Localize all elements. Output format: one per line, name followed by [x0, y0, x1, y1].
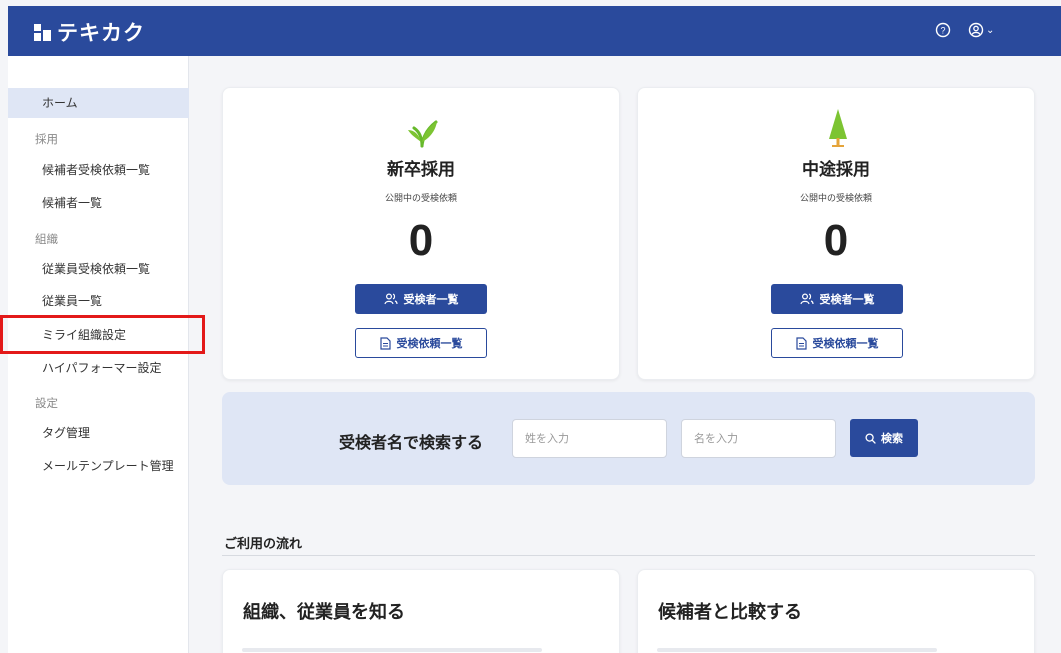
user-circle-icon [968, 22, 984, 38]
open-request-count: 0 [408, 216, 434, 265]
flow-card-title: 候補者と比較する [658, 602, 802, 623]
new-graduate-card: 新卒採用 公開中の受検依頼 0 受検者一覧 受検依頼一覧 [222, 87, 620, 380]
card-subtitle: 公開中の受検依頼 [384, 194, 457, 204]
flow-card-candidate-compare[interactable]: 候補者と比較する [637, 569, 1035, 653]
first-name-input[interactable] [681, 419, 836, 458]
button-label: 受検依頼一覧 [812, 337, 879, 350]
last-name-input[interactable] [512, 419, 667, 458]
chevron-down-icon: ⌄ [986, 24, 995, 36]
flow-card-title: 組織、従業員を知る [243, 602, 405, 623]
button-label: 受検依頼一覧 [396, 337, 463, 350]
examinee-search-panel: 受検者名で検索する 検索 [222, 392, 1035, 485]
flow-card-organization[interactable]: 組織、従業員を知る [222, 569, 620, 653]
sprout-icon [408, 120, 438, 148]
sidebar-item-mail-templates[interactable]: メールテンプレート管理 [8, 451, 189, 481]
search-title: 受検者名で検索する [339, 433, 484, 452]
divider [222, 555, 1035, 556]
usage-flow-heading: ご利用の流れ [224, 537, 303, 552]
sidebar-section-recruit: 採用 [35, 132, 58, 146]
truncated-content [657, 648, 937, 652]
sidebar-item-employees[interactable]: 従業員一覧 [8, 286, 189, 316]
users-icon [383, 293, 398, 305]
svg-text:?: ? [940, 26, 945, 36]
examinee-list-button[interactable]: 受検者一覧 [355, 284, 487, 314]
document-icon [379, 336, 391, 350]
sidebar-section-organization: 組織 [35, 232, 58, 246]
search-button-label: 検索 [881, 432, 903, 445]
button-label: 受検者一覧 [403, 293, 459, 306]
sidebar-section-settings: 設定 [35, 396, 58, 410]
app-logo[interactable]: テキカク [34, 17, 145, 47]
button-label: 受検者一覧 [819, 293, 875, 306]
sidebar-item-candidates[interactable]: 候補者一覧 [8, 188, 189, 218]
sidebar: ホーム 採用 候補者受検依頼一覧 候補者一覧 組織 従業員受検依頼一覧 従業員一… [8, 56, 189, 653]
app-name: テキカク [57, 21, 145, 45]
search-button[interactable]: 検索 [850, 419, 918, 457]
search-icon [865, 432, 876, 444]
request-list-button[interactable]: 受検依頼一覧 [771, 328, 903, 358]
sidebar-item-home[interactable]: ホーム [8, 88, 189, 118]
logo-mark-icon [34, 23, 51, 41]
mid-career-card: 中途採用 公開中の受検依頼 0 受検者一覧 受検依頼一覧 [637, 87, 1035, 380]
card-title: 中途採用 [802, 160, 870, 180]
truncated-content [242, 648, 542, 652]
users-icon [799, 293, 814, 305]
sidebar-item-tag-management[interactable]: タグ管理 [8, 418, 189, 448]
sidebar-item-high-performer-settings[interactable]: ハイパフォーマー設定 [8, 353, 189, 383]
card-subtitle: 公開中の受検依頼 [799, 194, 872, 204]
sidebar-item-employee-requests[interactable]: 従業員受検依頼一覧 [8, 254, 189, 284]
tree-icon [829, 109, 847, 147]
help-icon[interactable]: ? [935, 22, 951, 42]
request-list-button[interactable]: 受検依頼一覧 [355, 328, 487, 358]
document-icon [795, 336, 807, 350]
card-title: 新卒採用 [387, 160, 455, 180]
account-menu-button[interactable]: ⌄ [968, 22, 994, 38]
examinee-list-button[interactable]: 受検者一覧 [771, 284, 903, 314]
highlight-annotation-box [0, 315, 205, 354]
top-header: テキカク ? ⌄ [8, 6, 1061, 56]
open-request-count: 0 [823, 216, 849, 265]
sidebar-item-candidate-requests[interactable]: 候補者受検依頼一覧 [8, 155, 189, 185]
